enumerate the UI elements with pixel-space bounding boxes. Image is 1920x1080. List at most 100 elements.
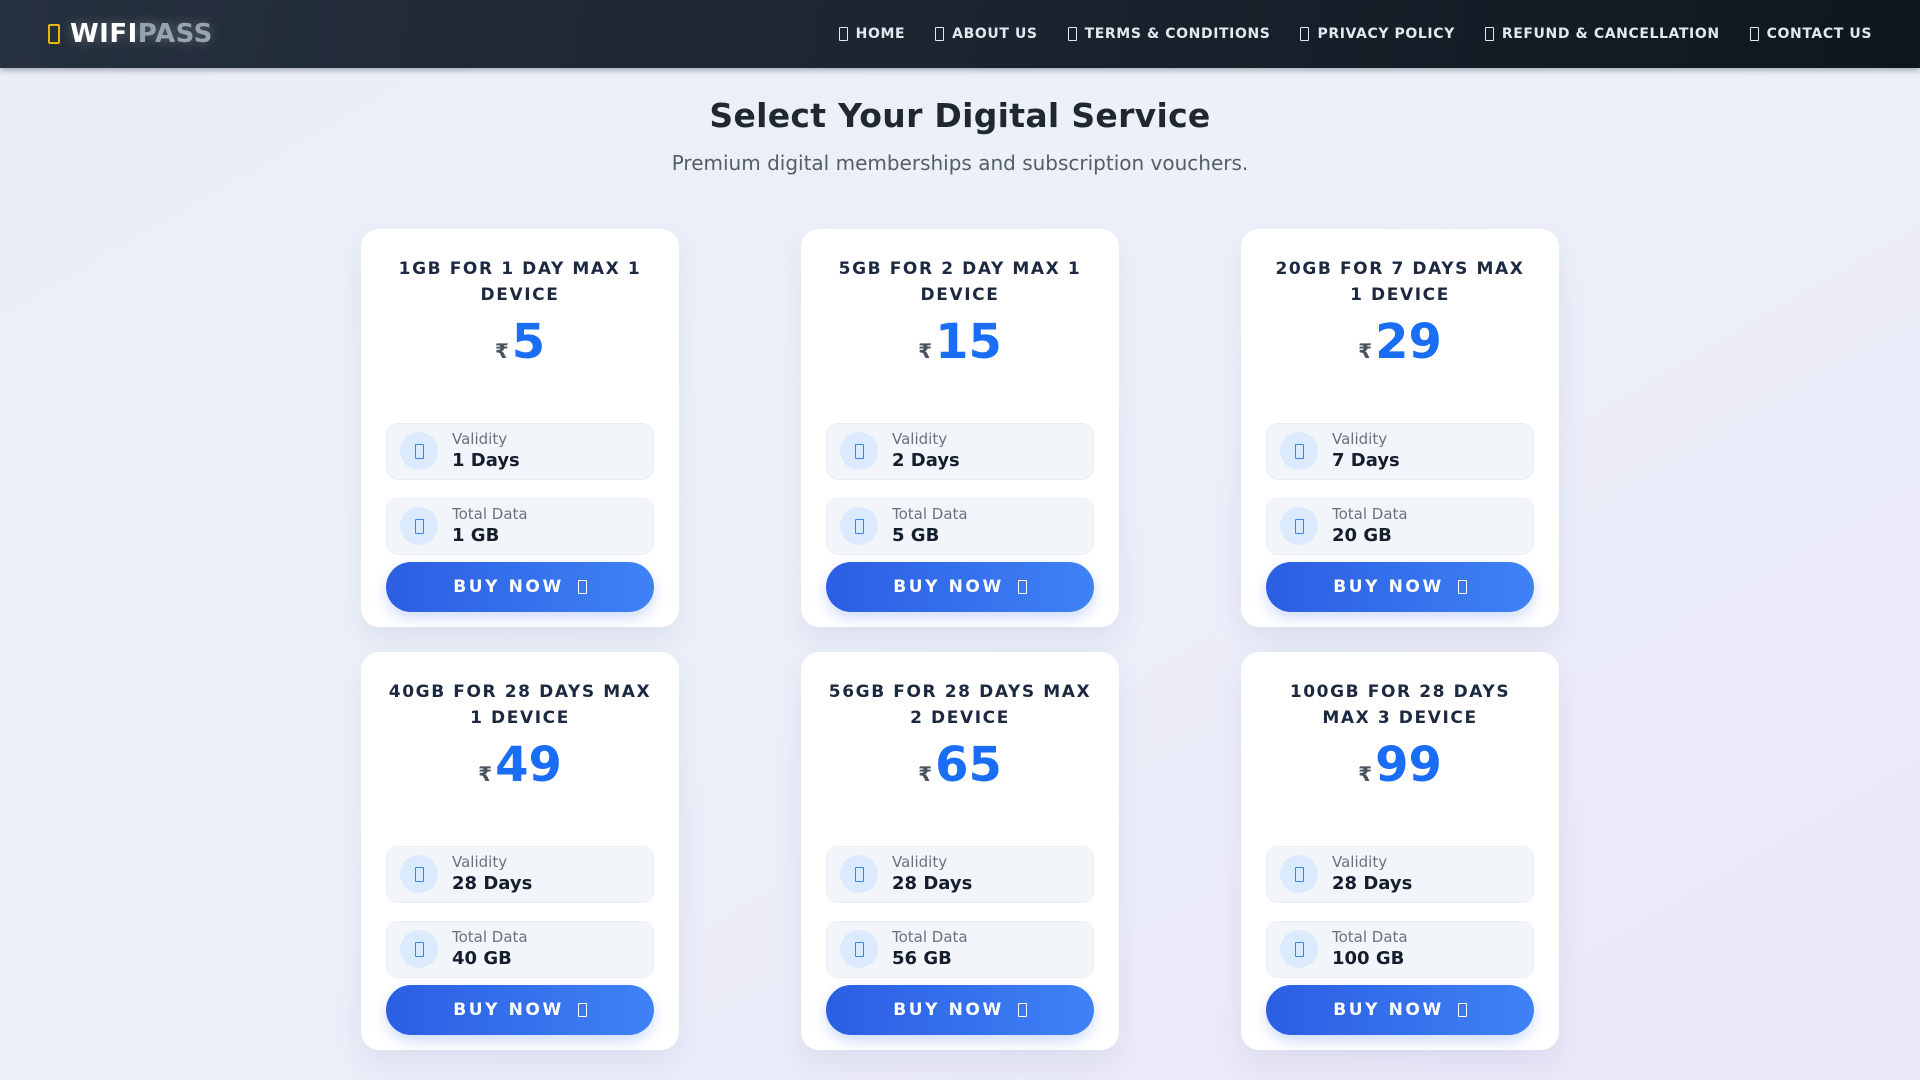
total-data-label: Total Data xyxy=(892,504,968,523)
nav-item[interactable]: REFUND & CANCELLATION xyxy=(1484,26,1720,42)
nav-item[interactable]: TERMS & CONDITIONS xyxy=(1067,26,1271,42)
validity-label: Validity xyxy=(892,429,948,448)
plan-details: Validity 7 Days Total Data 20 GB xyxy=(1266,422,1534,555)
validity-label: Validity xyxy=(1332,429,1388,448)
validity-label: Validity xyxy=(892,852,948,871)
total-data-label: Total Data xyxy=(452,927,528,946)
total-data-value: 1 GB xyxy=(452,525,500,547)
validity-value: 28 Days xyxy=(452,873,533,895)
rupee-symbol: ₹ xyxy=(1358,762,1373,786)
plan-title: 100GB FOR 28 DAYS MAX 3 DEVICE xyxy=(1289,682,1511,728)
validity-value: 7 Days xyxy=(1332,450,1400,472)
validity-value: 2 Days xyxy=(892,450,960,472)
cart-icon xyxy=(1457,1003,1467,1017)
buy-now-button[interactable]: BUY NOW xyxy=(826,562,1094,612)
plan-details: Validity 28 Days Total Data 56 GB xyxy=(826,845,1094,978)
clock-icon xyxy=(840,855,878,894)
cart-icon xyxy=(577,580,587,594)
total-data-row: Total Data 40 GB xyxy=(386,920,654,978)
headset-icon xyxy=(935,27,945,41)
rupee-symbol: ₹ xyxy=(1358,339,1373,363)
plan-price: ₹ 15 xyxy=(826,316,1094,369)
nav-list-item: REFUND & CANCELLATION xyxy=(1484,26,1720,42)
database-icon xyxy=(400,930,438,969)
plan-title: 5GB FOR 2 DAY MAX 1 DEVICE xyxy=(838,259,1082,305)
nav-list-item: ABOUT US xyxy=(935,26,1037,42)
validity-row: Validity 1 Days xyxy=(386,422,654,480)
plan-title: 56GB FOR 28 DAYS MAX 2 DEVICE xyxy=(828,682,1092,728)
database-icon xyxy=(1280,507,1318,546)
buy-now-button[interactable]: BUY NOW xyxy=(1266,562,1534,612)
brand-name: WIFIPASS xyxy=(70,19,213,49)
clock-icon xyxy=(1280,855,1318,894)
rupee-symbol: ₹ xyxy=(918,762,933,786)
validity-value: 1 Days xyxy=(452,450,520,472)
total-data-label: Total Data xyxy=(1332,504,1408,523)
nav-item[interactable]: PRIVACY POLICY xyxy=(1300,26,1454,42)
plan-card: 40GB FOR 28 DAYS MAX 1 DEVICE ₹ 49 Valid… xyxy=(361,652,679,1050)
main-nav: HOME ABOUT US TERMS & CONDITIONS PRIVACY… xyxy=(838,26,1872,42)
headset-icon xyxy=(1749,27,1759,41)
nav-item[interactable]: CONTACT US xyxy=(1749,26,1872,42)
database-icon xyxy=(840,507,878,546)
plan-card: 20GB FOR 7 DAYS MAX 1 DEVICE ₹ 29 Validi… xyxy=(1241,229,1559,627)
main-content: Select Your Digital Service Premium digi… xyxy=(0,68,1920,1050)
clock-icon xyxy=(400,432,438,471)
price-amount: 65 xyxy=(935,737,1002,793)
plan-card: 1GB FOR 1 DAY MAX 1 DEVICE ₹ 5 Validity … xyxy=(361,229,679,627)
database-icon xyxy=(400,507,438,546)
plan-card: 100GB FOR 28 DAYS MAX 3 DEVICE ₹ 99 Vali… xyxy=(1241,652,1559,1050)
clock-icon xyxy=(400,855,438,894)
total-data-row: Total Data 56 GB xyxy=(826,920,1094,978)
validity-row: Validity 7 Days xyxy=(1266,422,1534,480)
total-data-value: 20 GB xyxy=(1332,525,1392,547)
total-data-label: Total Data xyxy=(452,504,528,523)
clock-icon xyxy=(1280,432,1318,471)
price-amount: 15 xyxy=(935,314,1002,370)
validity-label: Validity xyxy=(1332,852,1388,871)
total-data-row: Total Data 100 GB xyxy=(1266,920,1534,978)
nav-item[interactable]: HOME xyxy=(838,26,906,42)
rupee-symbol: ₹ xyxy=(478,762,493,786)
page-subtitle: Premium digital memberships and subscrip… xyxy=(671,151,1249,175)
nav-item[interactable]: ABOUT US xyxy=(935,26,1037,42)
buy-now-button[interactable]: BUY NOW xyxy=(386,985,654,1035)
nav-links: HOME ABOUT US TERMS & CONDITIONS PRIVACY… xyxy=(838,26,1872,42)
headset-icon xyxy=(1484,27,1494,41)
headset-icon xyxy=(1067,27,1077,41)
buy-now-button[interactable]: BUY NOW xyxy=(1266,985,1534,1035)
clock-icon xyxy=(840,432,878,471)
cart-icon xyxy=(1457,580,1467,594)
price-amount: 29 xyxy=(1375,314,1442,370)
headset-icon xyxy=(838,27,848,41)
cart-icon xyxy=(577,1003,587,1017)
plan-card: 56GB FOR 28 DAYS MAX 2 DEVICE ₹ 65 Valid… xyxy=(801,652,1119,1050)
total-data-label: Total Data xyxy=(892,927,968,946)
plan-title: 1GB FOR 1 DAY MAX 1 DEVICE xyxy=(398,259,642,305)
plan-card: 5GB FOR 2 DAY MAX 1 DEVICE ₹ 15 Validity… xyxy=(801,229,1119,627)
plan-details: Validity 28 Days Total Data 100 GB xyxy=(1266,845,1534,978)
cart-icon xyxy=(1017,1003,1027,1017)
total-data-label: Total Data xyxy=(1332,927,1408,946)
price-amount: 5 xyxy=(511,314,546,370)
brand-logo[interactable]: WIFIPASS xyxy=(48,19,213,49)
top-navbar: WIFIPASS HOME ABOUT US TERMS & CONDITION… xyxy=(0,0,1920,68)
validity-row: Validity 2 Days xyxy=(826,422,1094,480)
nav-list-item: CONTACT US xyxy=(1749,26,1872,42)
rupee-symbol: ₹ xyxy=(494,339,509,363)
validity-value: 28 Days xyxy=(1332,873,1413,895)
buy-now-button[interactable]: BUY NOW xyxy=(386,562,654,612)
plan-price: ₹ 5 xyxy=(386,316,654,369)
plans-grid: 1GB FOR 1 DAY MAX 1 DEVICE ₹ 5 Validity … xyxy=(361,229,1559,1050)
plan-price: ₹ 29 xyxy=(1266,316,1534,369)
plan-details: Validity 28 Days Total Data 40 GB xyxy=(386,845,654,978)
nav-list-item: TERMS & CONDITIONS xyxy=(1067,26,1271,42)
plan-price: ₹ 65 xyxy=(826,739,1094,792)
rupee-symbol: ₹ xyxy=(918,339,933,363)
nav-list-item: PRIVACY POLICY xyxy=(1300,26,1454,42)
validity-label: Validity xyxy=(452,429,508,448)
plan-details: Validity 1 Days Total Data 1 GB xyxy=(386,422,654,555)
buy-now-button[interactable]: BUY NOW xyxy=(826,985,1094,1035)
total-data-value: 56 GB xyxy=(892,948,952,970)
validity-row: Validity 28 Days xyxy=(386,845,654,903)
